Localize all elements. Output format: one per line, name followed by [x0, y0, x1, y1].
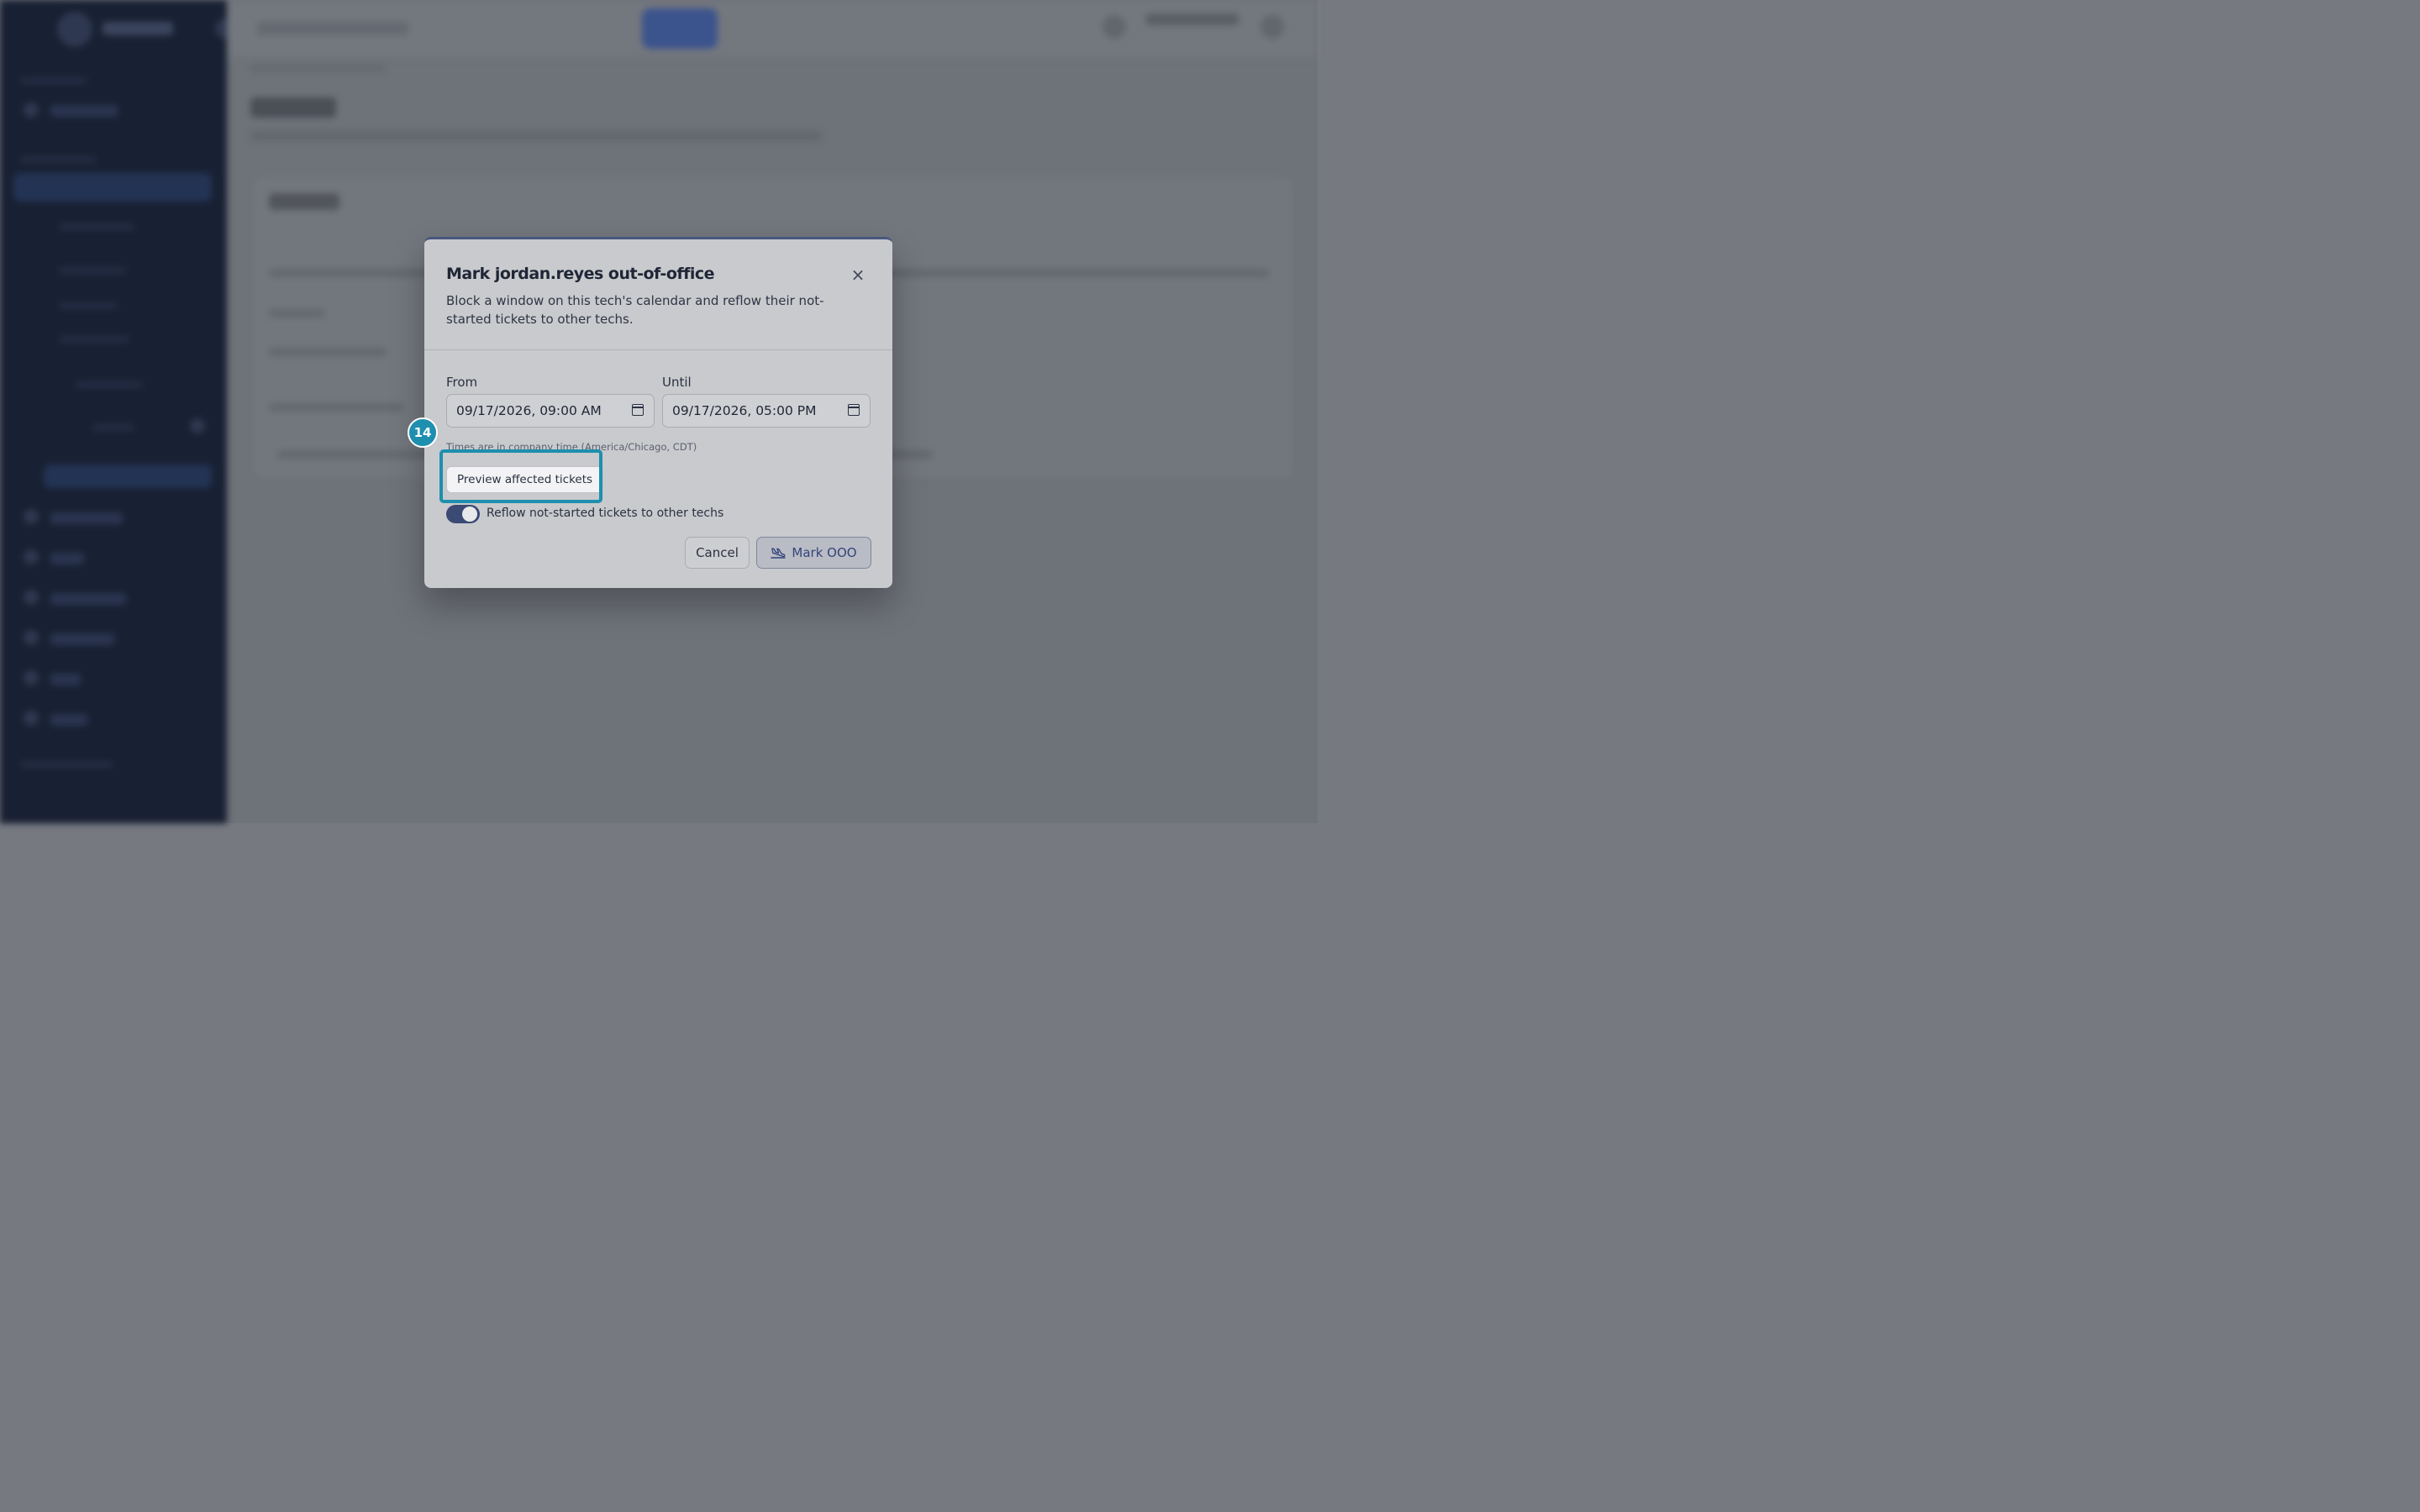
- dialog-title: Mark jordan.reyes out-of-office: [446, 265, 715, 283]
- from-value: 09/17/2026, 09:00 AM: [456, 403, 602, 418]
- until-datetime-input[interactable]: 09/17/2026, 05:00 PM: [662, 394, 871, 428]
- airplane-landing-icon: [771, 548, 786, 559]
- cancel-button[interactable]: Cancel: [685, 537, 750, 569]
- until-value: 09/17/2026, 05:00 PM: [672, 403, 817, 418]
- close-icon[interactable]: ×: [848, 265, 868, 285]
- calendar-icon[interactable]: [848, 404, 860, 416]
- reflow-toggle-label: Reflow not-started tickets to other tech…: [487, 507, 724, 520]
- mark-ooo-dialog: Mark jordan.reyes out-of-office × Block …: [424, 237, 892, 588]
- calendar-icon[interactable]: [632, 404, 644, 416]
- mark-ooo-button[interactable]: Mark OOO: [756, 537, 871, 569]
- reflow-toggle[interactable]: [446, 505, 480, 523]
- from-datetime-input[interactable]: 09/17/2026, 09:00 AM: [446, 394, 655, 428]
- toggle-knob: [462, 507, 477, 522]
- step-badge: 14: [408, 417, 438, 448]
- divider: [424, 349, 892, 350]
- from-label: From: [446, 375, 478, 390]
- until-label: Until: [662, 375, 692, 390]
- mark-ooo-label: Mark OOO: [792, 545, 857, 560]
- step-highlight: [439, 449, 602, 503]
- dialog-description: Block a window on this tech's calendar a…: [446, 293, 824, 327]
